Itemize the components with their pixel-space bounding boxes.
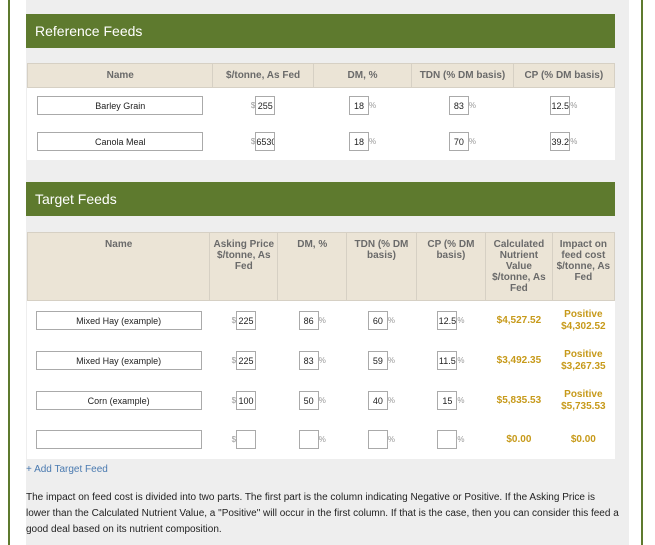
nutrient-value: $3,492.35 [496, 355, 542, 366]
target-name-input[interactable] [35, 391, 202, 410]
ref-price-input[interactable] [255, 96, 276, 115]
impact-label: Positive [564, 388, 603, 400]
table-row: $ % % % $0.00 $0.00 [27, 420, 615, 459]
target-price-input[interactable] [236, 351, 257, 370]
reference-feeds-table: Name $/tonne, As Fed DM, % TDN (% DM bas… [26, 63, 616, 160]
ref-price-input[interactable] [255, 132, 276, 152]
target-price-input[interactable] [236, 311, 257, 330]
table-row: $ % % % $3,492.35 Positive$3,267.35 [27, 340, 615, 381]
target-name-input[interactable] [35, 351, 202, 370]
target-col-value: Calculated Nutrient Value $/tonne, As Fe… [485, 232, 553, 301]
target-price-input[interactable] [236, 430, 257, 450]
target-col-cp: CP (% DM basis) [415, 232, 487, 301]
target-dm-input[interactable] [298, 430, 319, 450]
content-panel: Reference Feeds Name $/tonne, As Fed DM,… [26, 0, 629, 545]
ref-cp-input[interactable] [550, 96, 571, 115]
nutrient-value: $5,835.53 [496, 395, 542, 406]
ref-name-input[interactable] [37, 96, 204, 115]
table-row: $ % % % $5,835.53 Positive$5,735.53 [27, 380, 615, 421]
ref-col-dm: DM, % [312, 63, 413, 88]
ref-cp-input[interactable] [550, 132, 571, 152]
target-cp-input[interactable] [437, 351, 458, 370]
impact-label: Positive [564, 348, 603, 360]
ref-col-price: $/tonne, As Fed [212, 63, 314, 88]
target-tdn-input[interactable] [367, 311, 388, 330]
target-cp-input[interactable] [437, 430, 458, 450]
target-price-input[interactable] [236, 391, 257, 410]
target-dm-input[interactable] [298, 311, 319, 330]
target-dm-input[interactable] [298, 391, 319, 410]
page-frame: Reference Feeds Name $/tonne, As Fed DM,… [8, 0, 643, 545]
ref-dm-input[interactable] [348, 132, 369, 152]
target-feeds-table: Name Asking Price $/tonne, As Fed DM, % … [26, 232, 616, 459]
nutrient-value: $4,527.52 [496, 315, 542, 326]
table-row: $ % % % [27, 123, 615, 160]
ref-dm-input[interactable] [348, 96, 369, 115]
ref-name-input[interactable] [37, 132, 204, 152]
target-tdn-input[interactable] [367, 391, 388, 410]
target-col-dm: DM, % [277, 232, 348, 301]
ref-col-name: Name [26, 63, 214, 88]
target-tdn-input[interactable] [367, 430, 388, 450]
ref-col-cp: CP (% DM basis) [512, 63, 616, 88]
impact-value: $4,302.52 [561, 320, 606, 332]
table-row: $ % % % [27, 87, 615, 124]
ref-col-tdn: TDN (% DM basis) [411, 63, 514, 88]
target-col-impact: Impact on feed cost $/tonne, As Fed [551, 232, 616, 301]
target-tdn-input[interactable] [367, 351, 388, 370]
ref-tdn-input[interactable] [448, 96, 469, 115]
add-target-feed-link[interactable]: + Add Target Feed [26, 464, 108, 475]
nutrient-value: $0.00 [506, 434, 532, 446]
impact-value: $3,267.35 [561, 360, 606, 372]
impact-label: Positive [564, 308, 603, 320]
impact-explanation: The impact on feed cost is divided into … [26, 492, 619, 535]
target-col-price: Asking Price $/tonne, As Fed [209, 232, 279, 301]
target-cp-input[interactable] [437, 311, 458, 330]
target-feeds-header: Target Feeds [26, 182, 615, 216]
ref-tdn-input[interactable] [448, 132, 469, 152]
target-name-input[interactable] [35, 311, 202, 330]
target-name-input[interactable] [35, 430, 202, 450]
table-row: $ % % % $4,527.52 Positive$4,302.52 [27, 300, 615, 341]
target-col-tdn: TDN (% DM basis) [346, 232, 417, 301]
impact-value: $5,735.53 [561, 400, 606, 412]
impact-value: $0.00 [570, 434, 596, 446]
target-col-name: Name [26, 232, 211, 301]
target-cp-input[interactable] [437, 391, 458, 410]
target-dm-input[interactable] [298, 351, 319, 370]
reference-feeds-header: Reference Feeds [26, 14, 615, 48]
